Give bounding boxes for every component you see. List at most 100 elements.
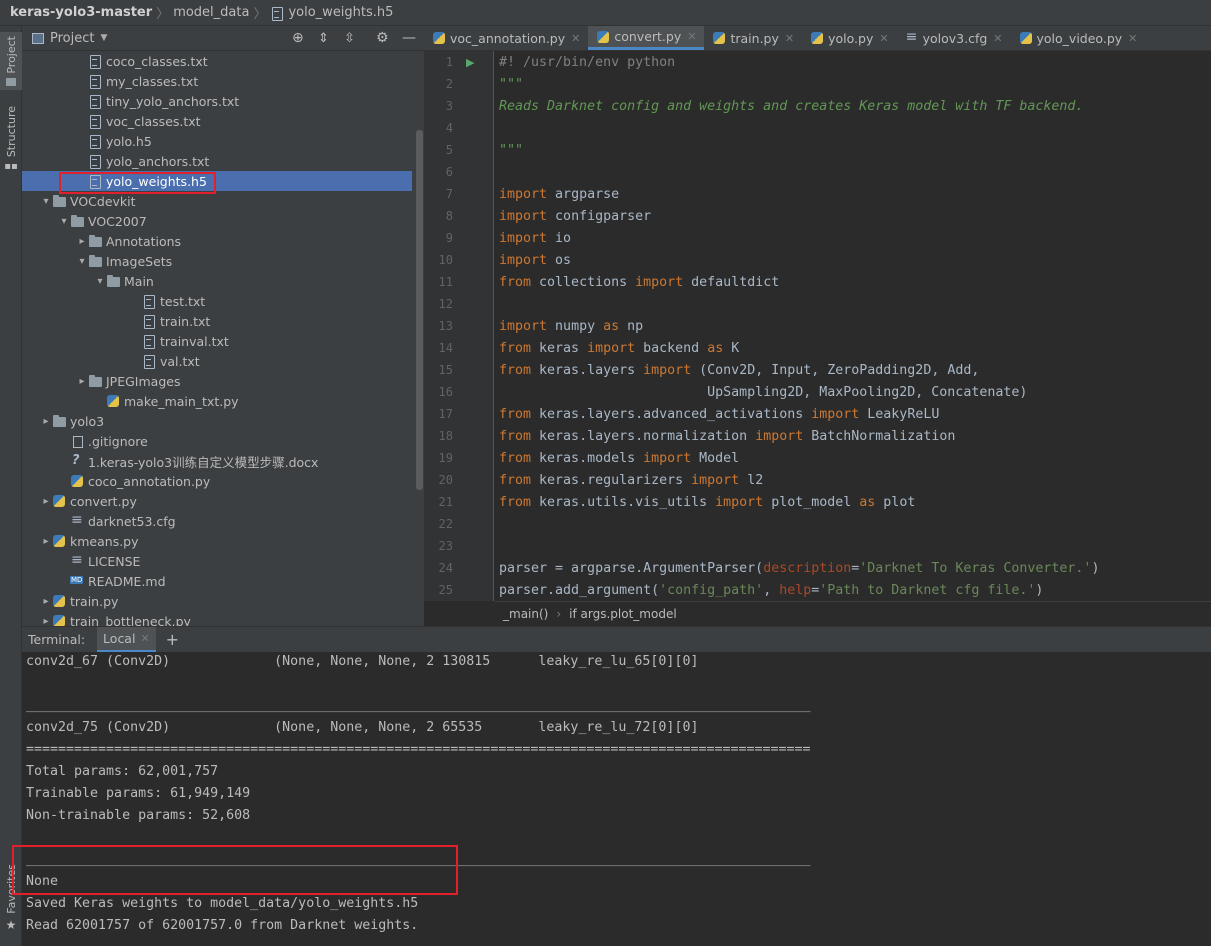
tree-item[interactable]: yolo_anchors.txt <box>22 151 412 171</box>
close-icon[interactable]: ✕ <box>140 632 149 645</box>
chevron-down-icon[interactable]: ▾ <box>76 256 88 267</box>
code-breadcrumb-condition[interactable]: if args.plot_model <box>569 607 677 621</box>
tree-item[interactable]: my_classes.txt <box>22 71 412 91</box>
tree-item-label: VOC2007 <box>88 213 147 229</box>
tree-item[interactable]: coco_annotation.py <box>22 471 412 491</box>
close-icon[interactable]: ✕ <box>571 32 580 45</box>
code-token: import <box>499 253 548 268</box>
gear-icon[interactable]: ⚙ <box>376 30 389 46</box>
file-icon <box>88 154 102 169</box>
chevron-right-icon[interactable]: ▸ <box>40 416 52 427</box>
code-token: as <box>707 341 724 356</box>
chevron-right-icon[interactable]: ▸ <box>40 536 52 547</box>
breadcrumb-project[interactable]: keras-yolo3-master <box>10 5 152 20</box>
project-view-label[interactable]: Project <box>50 31 94 46</box>
tree-item[interactable]: darknet53.cfg <box>22 511 412 531</box>
code-token: parser.add_argument( <box>499 583 660 598</box>
editor-tab[interactable]: yolo.py ✕ <box>802 26 896 50</box>
code-token: #! /usr/bin/env python <box>499 55 676 70</box>
tree-item[interactable]: coco_classes.txt <box>22 51 412 71</box>
tree-item-label: tiny_yolo_anchors.txt <box>106 93 240 109</box>
tree-item[interactable]: trainval.txt <box>22 331 412 351</box>
add-icon[interactable]: + <box>166 630 179 649</box>
tree-item[interactable]: make_main_txt.py <box>22 391 412 411</box>
tree-item[interactable]: test.txt <box>22 291 412 311</box>
chevron-right-icon[interactable]: ▸ <box>76 236 88 247</box>
python-file-icon <box>52 534 66 548</box>
tree-item-label: yolo3 <box>70 413 105 429</box>
line-number: 11 <box>438 275 453 289</box>
project-view-icon <box>32 32 44 44</box>
highlight-box-file <box>59 172 216 194</box>
tree-item-label: convert.py <box>70 493 137 509</box>
code-editor[interactable]: #! /usr/bin/env python """ Reads Darknet c… <box>495 51 1211 601</box>
chevron-right-icon[interactable]: ▸ <box>40 596 52 607</box>
code-token: backend <box>635 341 708 356</box>
navigation-bar: keras-yolo3-master 〉 model_data 〉 yolo_w… <box>0 0 1211 26</box>
tree-item[interactable]: README.md <box>22 571 412 591</box>
editor-tab[interactable]: yolo_video.py ✕ <box>1011 26 1146 50</box>
chevron-right-icon[interactable]: ▸ <box>40 496 52 507</box>
tree-item[interactable]: yolo.h5 <box>22 131 412 151</box>
project-tool-tab[interactable]: Project <box>0 32 22 90</box>
close-icon[interactable]: ✕ <box>785 32 794 45</box>
close-icon[interactable]: ✕ <box>993 32 1002 45</box>
tree-item[interactable]: ▸ JPEGImages <box>22 371 412 391</box>
tree-item[interactable]: voc_classes.txt <box>22 111 412 131</box>
code-token: LeakyReLU <box>859 407 940 422</box>
chevron-right-icon[interactable]: ▸ <box>40 616 52 627</box>
terminal-header: Terminal: Local ✕ + <box>22 626 1211 653</box>
code-token: keras.layers <box>531 363 644 378</box>
tree-item[interactable]: ▾ Main <box>22 271 412 291</box>
python-file-icon <box>712 31 726 45</box>
tree-item[interactable]: ▾ ImageSets <box>22 251 412 271</box>
code-token: from <box>499 473 532 488</box>
editor-tab[interactable]: convert.py ✕ <box>588 26 705 50</box>
locate-icon[interactable]: ⊕ <box>292 30 304 46</box>
tree-item[interactable]: ▸ yolo3 <box>22 411 412 431</box>
terminal-tab-local[interactable]: Local ✕ <box>97 626 156 653</box>
code-token: ) <box>1091 561 1100 576</box>
tree-item[interactable]: train.txt <box>22 311 412 331</box>
tree-item[interactable]: ▸ convert.py <box>22 491 412 511</box>
breadcrumb-folder[interactable]: model_data <box>173 5 249 20</box>
close-icon[interactable]: ✕ <box>879 32 888 45</box>
terminal-output[interactable]: conv2d_67 (Conv2D) (None, None, None, 2 … <box>22 652 1211 946</box>
code-token: l2 <box>739 473 764 488</box>
minimize-icon[interactable]: — <box>402 30 416 46</box>
chevron-down-icon[interactable]: ▼ <box>100 33 107 43</box>
code-breadcrumb-function[interactable]: _main() <box>503 607 548 621</box>
tree-item[interactable]: tiny_yolo_anchors.txt <box>22 91 412 111</box>
terminal-line: Trainable params: 61,949,149 <box>26 786 251 801</box>
tree-item[interactable]: ▾ VOCdevkit <box>22 191 412 211</box>
code-token: ) <box>1035 583 1044 598</box>
tree-item[interactable]: ▾ VOC2007 <box>22 211 412 231</box>
expand-all-icon[interactable]: ⇕ <box>318 31 329 46</box>
line-number: 3 <box>445 99 453 113</box>
tree-item[interactable]: 1.keras-yolo3训练自定义模型步骤.docx <box>22 451 412 471</box>
file-icon <box>142 354 156 369</box>
tree-item[interactable]: ▸ Annotations <box>22 231 412 251</box>
chevron-down-icon[interactable]: ▾ <box>58 216 70 227</box>
tree-item[interactable]: .gitignore <box>22 431 412 451</box>
structure-tool-tab[interactable]: Structure ▪▪ <box>0 106 22 172</box>
code-token: import <box>635 275 684 290</box>
editor-tab[interactable]: yolov3.cfg ✕ <box>897 26 1011 50</box>
collapse-all-icon[interactable]: ⇳ <box>344 31 355 46</box>
close-icon[interactable]: ✕ <box>687 30 696 43</box>
tree-item[interactable]: ▸ train_bottleneck.py <box>22 611 412 626</box>
chevron-down-icon[interactable]: ▾ <box>40 196 52 207</box>
editor-tab[interactable]: train.py ✕ <box>704 26 802 50</box>
tree-item[interactable]: LICENSE <box>22 551 412 571</box>
editor-tab[interactable]: voc_annotation.py ✕ <box>424 26 588 50</box>
run-icon[interactable]: ▶ <box>466 56 474 69</box>
gitignore-icon <box>70 434 84 448</box>
project-scrollbar[interactable] <box>416 130 423 490</box>
chevron-right-icon[interactable]: ▸ <box>76 376 88 387</box>
tree-item[interactable]: ▸ train.py <box>22 591 412 611</box>
close-icon[interactable]: ✕ <box>1128 32 1137 45</box>
tree-item[interactable]: val.txt <box>22 351 412 371</box>
breadcrumb-file[interactable]: yolo_weights.h5 <box>288 5 393 20</box>
chevron-down-icon[interactable]: ▾ <box>94 276 106 287</box>
tree-item[interactable]: ▸ kmeans.py <box>22 531 412 551</box>
